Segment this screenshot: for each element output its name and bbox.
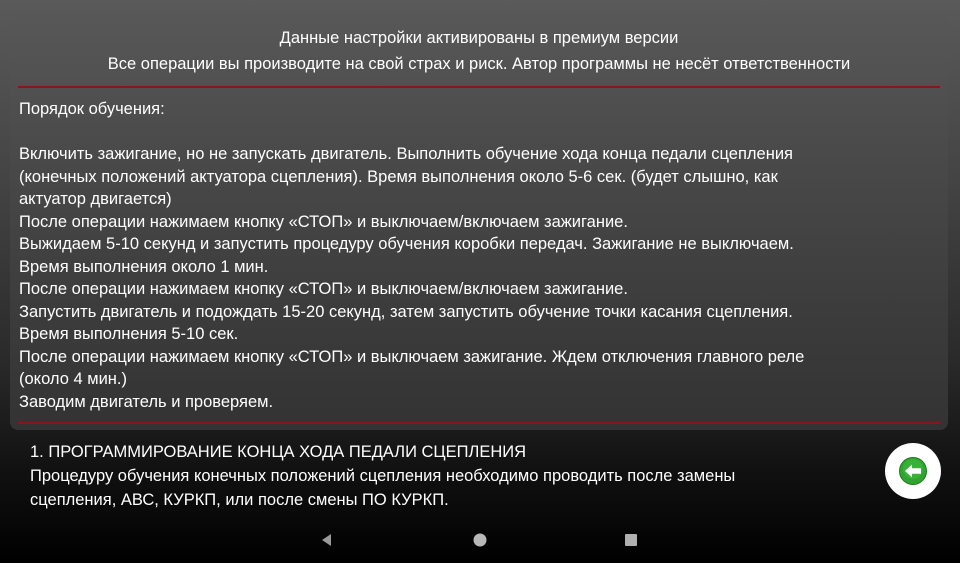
instruction-line: Запустить двигатель и подождать 15-20 се… [19,302,793,321]
procedure-title: 1. ПРОГРАММИРОВАНИЕ КОНЦА ХОДА ПЕДАЛИ СЦ… [30,443,527,461]
instructions-text: Порядок обучения: Включить зажигание, но… [19,98,944,413]
back-button[interactable] [885,443,941,499]
risk-disclaimer: Все операции вы производите на свой стра… [107,55,851,73]
warning-header: Данные настройки активированы в премиум … [10,25,948,77]
square-recents-icon [625,534,637,546]
procedure-description-line: сцепления, АВС, КУРКП, или после смены П… [30,491,449,509]
instruction-line: Включить зажигание, но не запускать двиг… [19,145,793,163]
arrow-left-circle-icon [899,457,927,485]
instructions-divider [18,422,940,424]
instruction-line: После операции нажимаем кнопку «СТОП» и … [19,347,805,366]
circle-home-icon [473,533,487,547]
premium-notice: Данные настройки активированы в премиум … [279,29,679,47]
instruction-line: Время выполнения 5-10 сек. [19,325,239,343]
triangle-back-icon [322,534,331,546]
nav-back-button[interactable] [317,530,337,550]
instruction-line: Выжидаем 5-10 секунд и запустить процеду… [19,235,794,253]
system-navigation-bar [0,522,960,558]
instruction-line: актуатор двигается) [19,190,172,208]
instruction-line: Время выполнения около 1 мин. [19,257,269,276]
nav-recents-button[interactable] [621,530,641,550]
header-divider [18,86,940,88]
nav-home-button[interactable] [470,530,490,550]
instruction-line: (около 4 мин.) [19,370,127,388]
instruction-line: (конечных положений актуатора сцепления)… [19,167,778,186]
instructions-title: Порядок обучения: [19,100,165,118]
procedure-section: 1. ПРОГРАММИРОВАНИЕ КОНЦА ХОДА ПЕДАЛИ СЦ… [30,440,870,512]
instruction-line: После операции нажимаем кнопку «СТОП» и … [19,212,628,231]
instruction-line: Заводим двигатель и проверяем. [19,392,274,411]
procedure-description-line: Процедуру обучения конечных положений сц… [30,467,736,485]
settings-panel: Данные настройки активированы в премиум … [10,10,948,430]
instruction-line: После операции нажимаем кнопку «СТОП» и … [19,280,628,298]
